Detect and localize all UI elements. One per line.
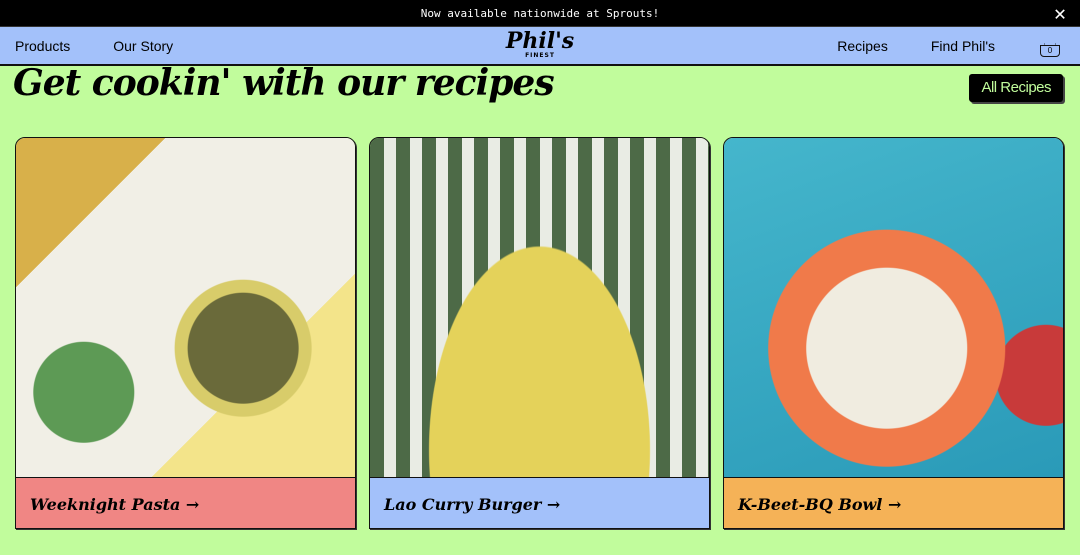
recipe-card-lao-curry-burger[interactable]: Lao Curry Burger →: [369, 137, 710, 529]
nav-products[interactable]: Products: [15, 38, 70, 54]
recipe-image: [370, 138, 709, 478]
all-recipes-button[interactable]: All Recipes: [969, 74, 1063, 102]
recipe-label[interactable]: K-Beet-BQ Bowl →: [724, 478, 1063, 528]
recipe-image: [16, 138, 355, 478]
nav-our-story[interactable]: Our Story: [113, 38, 173, 54]
cart-icon[interactable]: 0: [1038, 34, 1062, 57]
section-title: Get cookin' with our recipes: [13, 62, 555, 104]
close-icon[interactable]: ✕: [1054, 3, 1066, 23]
nav-find-phils[interactable]: Find Phil's: [931, 38, 995, 54]
recipe-label[interactable]: Weeknight Pasta →: [16, 478, 355, 528]
nav-recipes[interactable]: Recipes: [837, 38, 888, 54]
announcement-banner: Now available nationwide at Sprouts! ✕: [0, 0, 1080, 26]
recipe-card-weeknight-pasta[interactable]: Weeknight Pasta →: [15, 137, 356, 529]
logo-text: Phil's: [505, 28, 575, 54]
recipe-card-k-beet-bq-bowl[interactable]: K-Beet-BQ Bowl →: [723, 137, 1064, 529]
recipe-label[interactable]: Lao Curry Burger →: [370, 478, 709, 528]
cart-count: 0: [1040, 44, 1060, 57]
recipe-image: [724, 138, 1063, 478]
logo[interactable]: Phil's FINEST: [506, 30, 574, 59]
banner-text: Now available nationwide at Sprouts!: [420, 6, 660, 20]
main-nav: Products Our Story Phil's FINEST Recipes …: [0, 26, 1080, 66]
